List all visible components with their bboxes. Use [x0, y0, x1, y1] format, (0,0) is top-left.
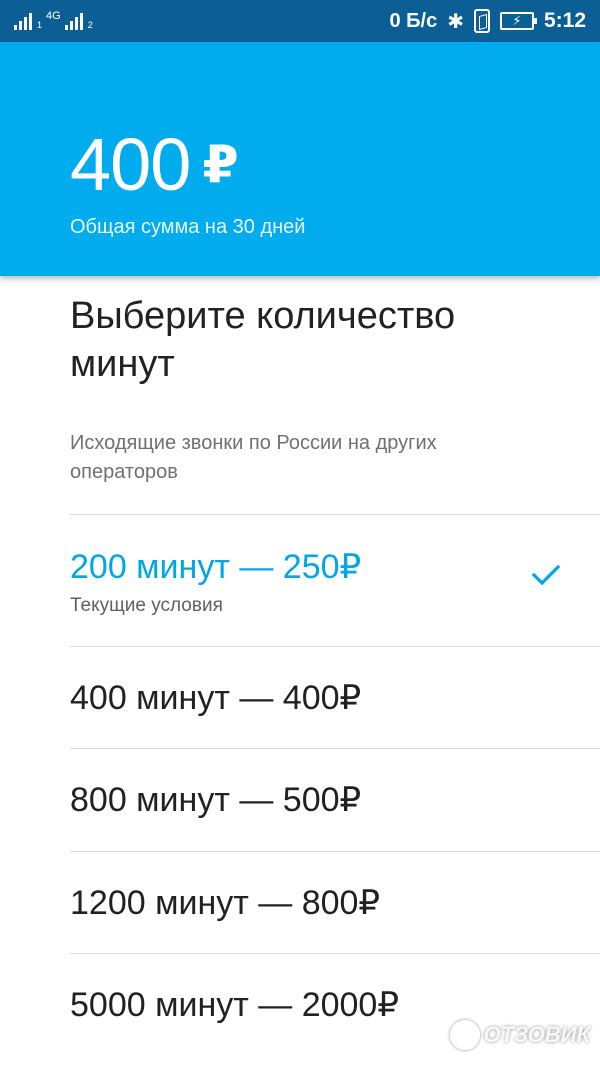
option-1200-minutes[interactable]: 1200 минут — 800₽ [70, 851, 600, 953]
status-bar-right: 0 Б/с ✱ ⚡ 5:12 [389, 9, 586, 34]
tariff-summary-header: 400 ₽ Общая сумма на 30 дней [0, 42, 600, 276]
option-current-note: Текущие условия [70, 595, 223, 616]
status-bar: 1 4G 2 0 Б/с ✱ ⚡ 5:12 [0, 0, 600, 42]
signal-sim1-icon [14, 12, 32, 30]
signal-sim2-icon [64, 12, 83, 30]
option-label: 200 минут — 250₽ [70, 548, 362, 586]
network-speed: 0 Б/с [389, 9, 438, 32]
option-label: 5000 минут — 2000₽ [70, 986, 399, 1024]
option-800-minutes[interactable]: 800 минут — 500₽ [70, 748, 600, 851]
total-amount-value: 400 [70, 123, 191, 206]
section-subtitle: Исходящие звонки по России на других опе… [70, 432, 437, 483]
option-400-minutes[interactable]: 400 минут — 400₽ [70, 646, 600, 748]
screen-rotation-icon [473, 9, 490, 33]
network-type: 4G [46, 10, 61, 22]
watermark-text: ОТЗОВИК [483, 1022, 591, 1047]
checkmark-icon [532, 565, 560, 585]
total-amount-caption: Общая сумма на 30 дней [70, 216, 306, 238]
bluetooth-icon: ✱ [447, 10, 464, 33]
battery-charging-icon: ⚡ [499, 12, 537, 30]
currency-sign: ₽ [202, 136, 238, 194]
total-amount: 400 ₽ [70, 128, 239, 202]
otzovik-watermark: ОТЗОВИК [449, 1020, 591, 1050]
option-label: 800 минут — 500₽ [70, 781, 362, 819]
sim2-label: 2 [87, 20, 93, 30]
clock: 5:12 [543, 9, 586, 32]
option-label: 1200 минут — 800₽ [70, 884, 381, 922]
sim1-label: 1 [37, 20, 43, 30]
status-bar-left: 1 4G 2 [14, 10, 93, 30]
option-label: 400 минут — 400₽ [70, 679, 362, 717]
watermark-logo-icon [449, 1020, 480, 1050]
option-200-minutes[interactable]: 200 минут — 250₽ Текущие условия [70, 514, 600, 646]
page-title: Выберите количество минут [70, 295, 456, 385]
